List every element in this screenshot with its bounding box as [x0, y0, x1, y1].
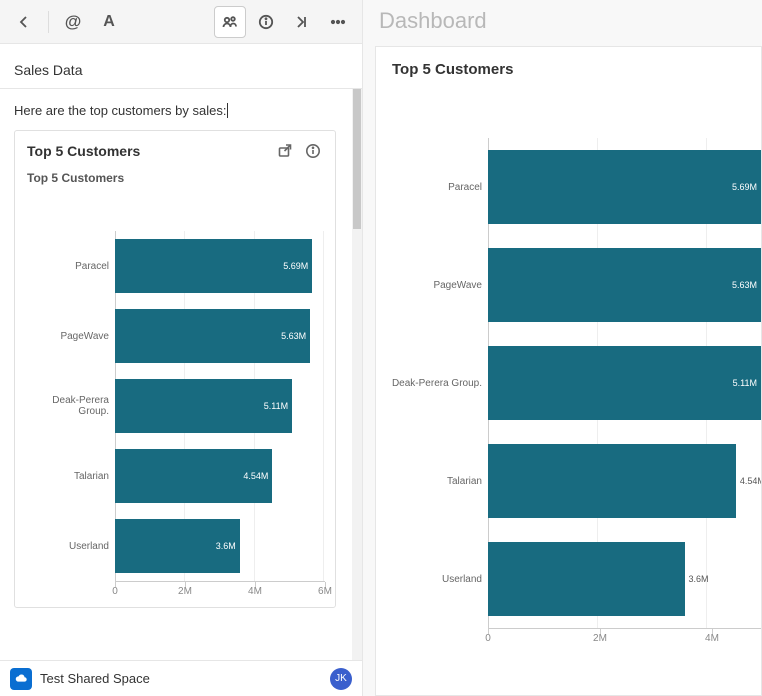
- bar-row: Userland3.6M: [380, 530, 761, 628]
- bar-row: Userland3.6M: [27, 511, 323, 581]
- bar[interactable]: 3.6M: [115, 519, 240, 572]
- bar[interactable]: 5.69M: [488, 150, 761, 225]
- bar[interactable]: 5.63M: [488, 248, 761, 323]
- bar-row: Talarian4.54M: [27, 441, 323, 511]
- bar[interactable]: 5.11M: [115, 379, 292, 432]
- share-users-button[interactable]: [214, 6, 246, 38]
- export-icon[interactable]: [275, 141, 295, 161]
- bar[interactable]: 5.69M: [115, 239, 312, 292]
- dashboard-bar-chart[interactable]: Paracel5.69MPageWave5.63MDeak-Perera Gro…: [376, 98, 761, 654]
- bar-category-label: Talarian: [27, 471, 115, 482]
- embedded-viz-card: Top 5 Customers Top 5 Customers Paracel5…: [14, 130, 336, 608]
- document-scrollbar[interactable]: [352, 89, 362, 660]
- x-tick-label: 4M: [705, 633, 719, 644]
- space-name[interactable]: Test Shared Space: [40, 671, 150, 686]
- dashboard-chart-title: Top 5 Customers: [376, 61, 761, 98]
- x-tick-label: 2M: [178, 586, 192, 597]
- bar-row: PageWave5.63M: [27, 301, 323, 371]
- bar-row: Deak-Perera Group.5.11M: [27, 371, 323, 441]
- document-body-text[interactable]: Here are the top customers by sales:: [14, 89, 336, 130]
- avatar[interactable]: JK: [330, 668, 352, 690]
- bar[interactable]: 4.54M: [488, 444, 736, 519]
- viz-info-icon[interactable]: [303, 141, 323, 161]
- viz-subtitle: Top 5 Customers: [15, 167, 335, 191]
- bar[interactable]: 4.54M: [115, 449, 272, 502]
- embedded-bar-chart[interactable]: Paracel5.69MPageWave5.63MDeak-Perera Gro…: [15, 191, 335, 607]
- bar-category-label: PageWave: [27, 331, 115, 342]
- editor-toolbar: @ A: [0, 0, 362, 44]
- bar-row: PageWave5.63M: [380, 236, 761, 334]
- bar-category-label: Talarian: [380, 476, 488, 487]
- bar-row: Talarian4.54M: [380, 432, 761, 530]
- bar-category-label: Userland: [380, 574, 488, 585]
- cloud-icon[interactable]: [10, 668, 32, 690]
- dashboard-header: Dashboard: [363, 0, 762, 46]
- bar-category-label: PageWave: [380, 280, 488, 291]
- separator: [48, 11, 49, 33]
- dashboard-card: Top 5 Customers Paracel5.69MPageWave5.63…: [375, 46, 762, 696]
- bar-category-label: Deak-Perera Group.: [380, 378, 488, 389]
- bar-category-label: Deak-Perera Group.: [27, 395, 115, 417]
- bar[interactable]: 5.63M: [115, 309, 310, 362]
- viz-card-title: Top 5 Customers: [27, 143, 267, 159]
- document-title: Sales Data: [0, 44, 362, 89]
- x-tick-label: 2M: [593, 633, 607, 644]
- bar-row: Paracel5.69M: [27, 231, 323, 301]
- bar[interactable]: 3.6M: [488, 542, 685, 617]
- more-button[interactable]: [322, 6, 354, 38]
- bar[interactable]: 5.11M: [488, 346, 761, 421]
- bar-category-label: Paracel: [380, 182, 488, 193]
- bar-row: Deak-Perera Group.5.11M: [380, 334, 761, 432]
- text-format-button[interactable]: A: [93, 6, 125, 38]
- go-to-end-button[interactable]: [286, 6, 318, 38]
- x-tick-label: 6M: [318, 586, 332, 597]
- x-tick-label: 0: [485, 633, 491, 644]
- footer-bar: Test Shared Space JK: [0, 660, 362, 696]
- info-button[interactable]: [250, 6, 282, 38]
- mention-button[interactable]: @: [57, 6, 89, 38]
- x-tick-label: 4M: [248, 586, 262, 597]
- bar-category-label: Userland: [27, 541, 115, 552]
- bar-row: Paracel5.69M: [380, 138, 761, 236]
- bar-category-label: Paracel: [27, 261, 115, 272]
- x-tick-label: 0: [112, 586, 118, 597]
- back-button[interactable]: [8, 6, 40, 38]
